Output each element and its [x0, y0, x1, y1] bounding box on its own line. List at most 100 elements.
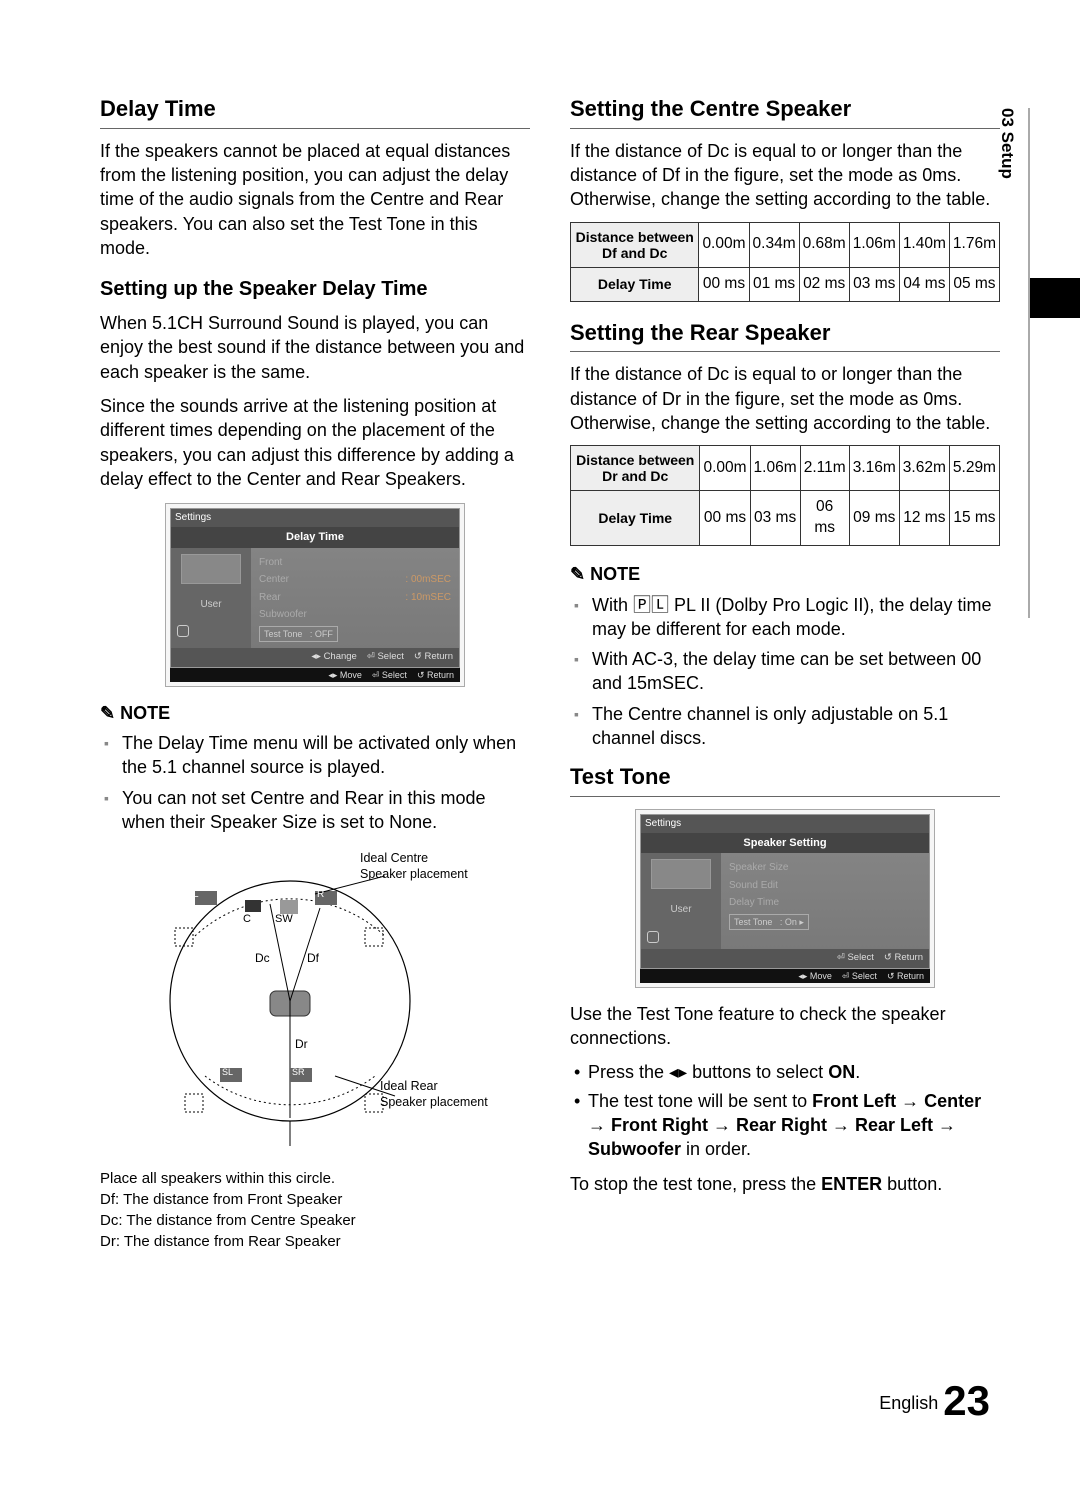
para-setup2: Since the sounds arrive at the listening…: [100, 394, 530, 491]
diag-SL: SL: [222, 1066, 233, 1078]
heading-setup-delay: Setting up the Speaker Delay Time: [100, 276, 530, 303]
bullet-0: Press the ◂▸ buttons to select ON.: [570, 1060, 1000, 1084]
diag-SW: SW: [275, 912, 293, 927]
page-footer: English 23: [879, 1373, 990, 1430]
osd2-strip2: ↺ Return: [887, 970, 924, 982]
osd2-screen-icon: [651, 859, 711, 889]
table-centre: Distance between Df and Dc 0.00m 0.34m 0…: [570, 222, 1000, 302]
osd1-row2-val: : 10mSEC: [405, 591, 451, 605]
osd2-title: Speaker Setting: [641, 833, 929, 854]
diag-C: C: [243, 912, 251, 927]
tr-r2-4: 12 ms: [899, 491, 949, 546]
right-note-0: With 🄿🄻 PL II (Dolby Pro Logic II), the …: [570, 593, 1000, 642]
osd2-strip0: ◂▸ Move: [798, 970, 832, 982]
tc-r2-head: Delay Time: [571, 267, 699, 301]
osd1-foot1: ⏎ Select: [367, 651, 404, 664]
osd1-row3-label: Subwoofer: [259, 608, 307, 622]
legend-1: Dc: The distance from Centre Speaker: [100, 1210, 530, 1231]
osd2-row2: Delay Time: [729, 896, 779, 910]
tc-r2-0: 00 ms: [699, 267, 749, 301]
legend-0: Df: The distance from Front Speaker: [100, 1189, 530, 1210]
tr-r2-0: 00 ms: [700, 491, 750, 546]
note-label-left: NOTE: [100, 701, 530, 725]
tc-r2-3: 03 ms: [849, 267, 899, 301]
side-tab: 03 Setup: [995, 108, 1018, 179]
osd2-top: Settings: [641, 815, 929, 833]
osd2-row1: Sound Edit: [729, 879, 778, 893]
diag-speaker-placement-bot: Speaker placement: [380, 1094, 488, 1111]
osd2-user: User: [670, 903, 691, 917]
side-black-marker: [1030, 278, 1080, 318]
para-centre: If the distance of Dc is equal to or lon…: [570, 139, 1000, 212]
osd2-row0: Speaker Size: [729, 861, 788, 875]
heading-rear: Setting the Rear Speaker: [570, 318, 1000, 353]
osd1-box-val: : OFF: [310, 629, 333, 639]
diag-ideal-rear: Ideal Rear: [380, 1078, 438, 1095]
osd2-box-label: Test Tone: [734, 917, 772, 927]
diag-SR: SR: [292, 1066, 305, 1078]
footer-lang: English: [879, 1393, 938, 1413]
right-column: Setting the Centre Speaker If the distan…: [570, 90, 1000, 1252]
osd1-row2-label: Rear: [259, 591, 281, 605]
right-note-2: The Centre channel is only adjustable on…: [570, 702, 1000, 751]
osd1-strip1: ⏎ Select: [372, 669, 407, 681]
tr-r1-5: 5.29m: [949, 446, 999, 491]
side-line: [1028, 108, 1030, 618]
speaker-placement-diagram: Ideal Centre Speaker placement L R C SW …: [135, 846, 495, 1156]
osd2-box-val: : On ▸: [780, 917, 804, 927]
tr-r1-head: Distance between Dr and Dc: [571, 446, 700, 491]
osd1-screen-icon: [181, 554, 241, 584]
tr-r2-5: 15 ms: [949, 491, 999, 546]
tr-r1-1: 1.06m: [750, 446, 800, 491]
note-label-right: NOTE: [570, 562, 1000, 586]
osd1-row0-label: Front: [259, 556, 282, 570]
tr-r2-2: 06 ms: [800, 491, 849, 546]
osd1-corner-icon: [177, 625, 189, 637]
left-note-0: The Delay Time menu will be activated on…: [100, 731, 530, 780]
tr-r2-3: 09 ms: [849, 491, 899, 546]
tr-r1-4: 3.62m: [899, 446, 949, 491]
tr-r2-1: 03 ms: [750, 491, 800, 546]
legend-2: Dr: The distance from Rear Speaker: [100, 1231, 530, 1252]
osd1-strip0: ◂▸ Move: [328, 669, 362, 681]
footer-page-number: 23: [943, 1377, 990, 1424]
heading-centre: Setting the Centre Speaker: [570, 94, 1000, 129]
tc-r1-3: 1.06m: [849, 222, 899, 267]
tc-r1-5: 1.76m: [949, 222, 999, 267]
osd-speaker-setting: Settings Speaker Setting User Speaker Si…: [635, 809, 935, 988]
table-rear: Distance between Dr and Dc 0.00m 1.06m 2…: [570, 445, 1000, 546]
osd1-box-label: Test Tone: [264, 629, 302, 639]
diag-speaker-placement-top: Speaker placement: [360, 866, 468, 883]
diag-ideal-centre: Ideal Centre: [360, 850, 428, 867]
para-setup1: When 5.1CH Surround Sound is played, you…: [100, 311, 530, 384]
left-column: Delay Time If the speakers cannot be pla…: [100, 90, 530, 1252]
tc-r1-head: Distance between Df and Dc: [571, 222, 699, 267]
diag-L: L: [193, 888, 199, 902]
para-delay: If the speakers cannot be placed at equa…: [100, 139, 530, 260]
osd1-user: User: [200, 598, 221, 612]
right-note-1: With AC-3, the delay time can be set bet…: [570, 647, 1000, 696]
osd2-foot1: ↺ Return: [884, 952, 923, 965]
osd1-row1-val: : 00mSEC: [405, 573, 451, 587]
tc-r2-1: 01 ms: [749, 267, 799, 301]
tc-r2-4: 04 ms: [899, 267, 949, 301]
heading-test-tone: Test Tone: [570, 762, 1000, 797]
tc-r1-0: 0.00m: [699, 222, 749, 267]
tr-r2-head: Delay Time: [571, 491, 700, 546]
osd1-top: Settings: [171, 509, 459, 527]
diag-Dc: Dc: [255, 950, 270, 966]
tc-r1-2: 0.68m: [799, 222, 849, 267]
tr-r1-0: 0.00m: [700, 446, 750, 491]
osd1-strip2: ↺ Return: [417, 669, 454, 681]
diag-Dr: Dr: [295, 1036, 308, 1052]
left-note-1: You can not set Centre and Rear in this …: [100, 786, 530, 835]
osd1-foot2: ↺ Return: [414, 651, 453, 664]
diag-R: R: [317, 888, 324, 902]
diag-Df: Df: [307, 950, 319, 966]
heading-delay-time: Delay Time: [100, 94, 530, 129]
tc-r1-1: 0.34m: [749, 222, 799, 267]
tr-r1-3: 3.16m: [849, 446, 899, 491]
legend-top: Place all speakers within this circle.: [100, 1168, 530, 1189]
osd1-title: Delay Time: [171, 527, 459, 548]
bullet-1: The test tone will be sent to Front Left…: [570, 1089, 1000, 1162]
